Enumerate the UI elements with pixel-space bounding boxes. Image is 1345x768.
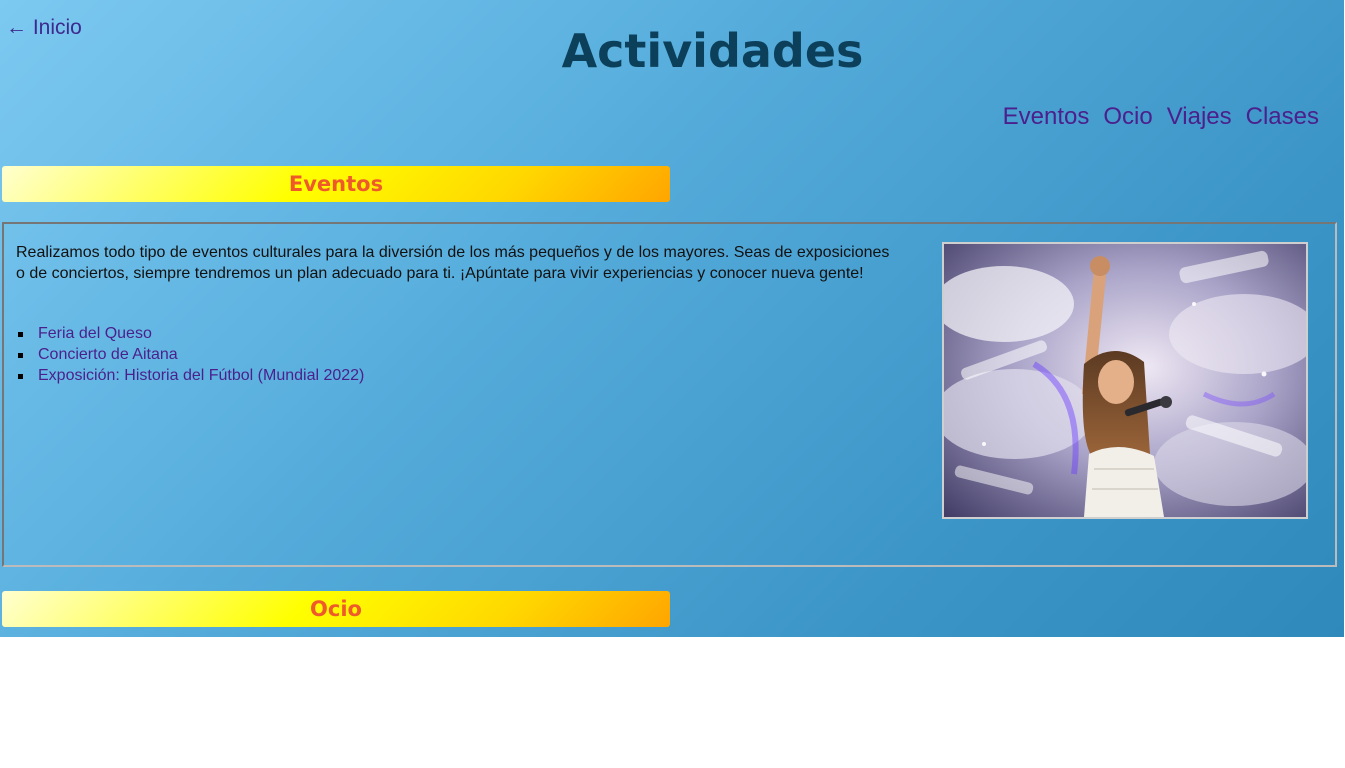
page: ← Inicio Actividades Eventos Ocio Viajes…	[0, 0, 1344, 637]
section-heading-ocio: Ocio	[2, 591, 670, 627]
list-item: Feria del Queso	[16, 323, 364, 344]
main-nav: Eventos Ocio Viajes Clases	[1003, 103, 1319, 131]
event-link-exposicion-futbol[interactable]: Exposición: Historia del Fútbol (Mundial…	[38, 367, 364, 384]
list-item: Exposición: Historia del Fútbol (Mundial…	[16, 365, 364, 386]
page-title: Actividades	[561, 24, 864, 78]
event-link-feria-del-queso[interactable]: Feria del Queso	[38, 325, 152, 342]
nav-item-viajes[interactable]: Viajes	[1167, 103, 1232, 131]
section-heading-eventos: Eventos	[2, 166, 670, 202]
events-content-box: Realizamos todo tipo de eventos cultural…	[2, 222, 1337, 567]
events-description: Realizamos todo tipo de eventos cultural…	[16, 244, 890, 282]
events-list: Feria del Queso Concierto de Aitana Expo…	[16, 323, 364, 386]
concert-collage-image	[944, 244, 1306, 517]
nav-item-ocio[interactable]: Ocio	[1103, 103, 1152, 131]
events-photo	[942, 242, 1308, 519]
list-item: Concierto de Aitana	[16, 344, 364, 365]
nav-item-eventos[interactable]: Eventos	[1003, 103, 1090, 131]
nav-item-clases[interactable]: Clases	[1246, 103, 1319, 131]
event-link-concierto-aitana[interactable]: Concierto de Aitana	[38, 346, 178, 363]
